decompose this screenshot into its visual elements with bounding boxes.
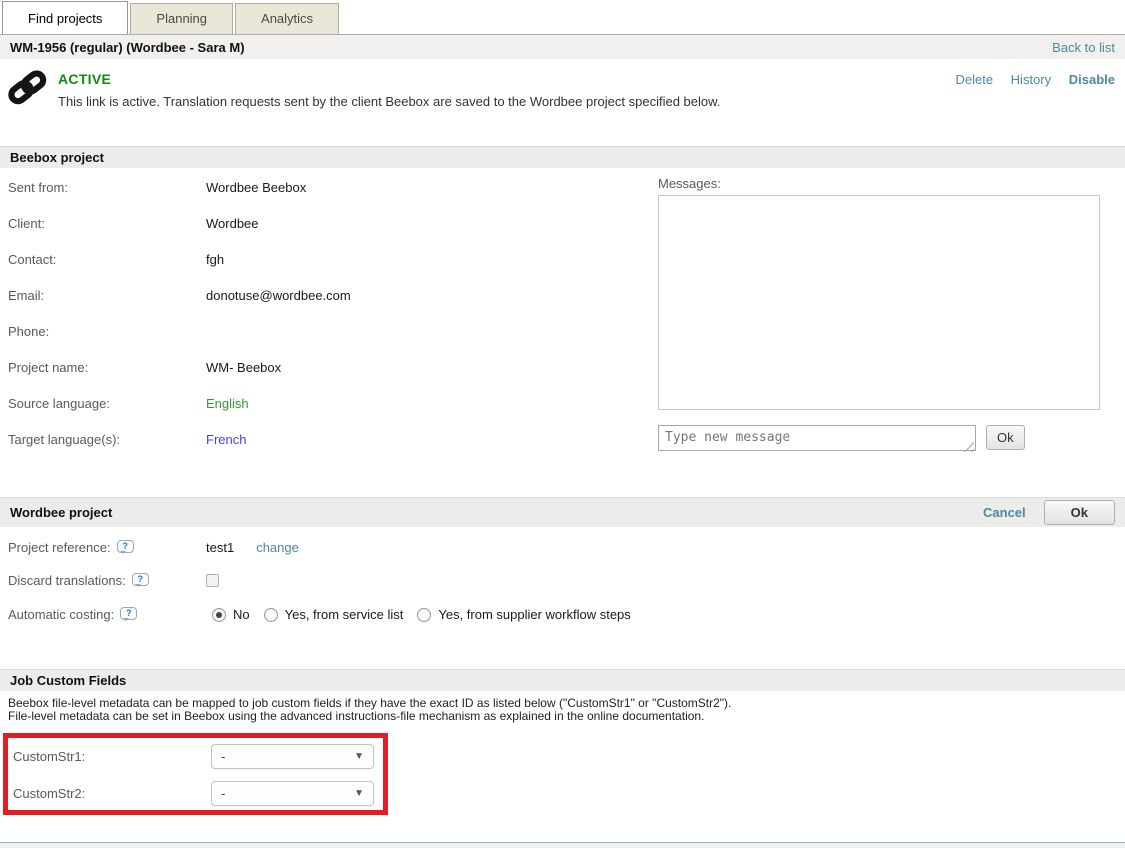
annotation-red-box: CustomStr1: - ▼ CustomStr2: - ▼ [3, 733, 388, 815]
automatic-costing-label-cell: Automatic costing: ? [8, 607, 206, 622]
selected-value: - [221, 786, 225, 801]
field-value: WM- Beebox [206, 360, 281, 375]
field-label: Email: [8, 288, 206, 303]
status-actions: Delete History Disable [941, 72, 1115, 87]
field-label: Phone: [8, 324, 206, 339]
radio-unselected-icon [417, 608, 431, 622]
selected-value: - [221, 749, 225, 764]
field-value: fgh [206, 252, 224, 267]
customstr1-row: CustomStr1: - ▼ [8, 738, 383, 775]
discard-translations-checkbox[interactable] [206, 574, 219, 587]
radio-option-no[interactable]: No [212, 607, 250, 622]
wordbee-ok-button[interactable]: Ok [1044, 500, 1115, 525]
radio-label: Yes, from service list [285, 607, 404, 622]
help-icon[interactable]: ? [117, 540, 134, 553]
project-reference-label-cell: Project reference: ? [8, 540, 206, 555]
status-section: ACTIVE This link is active. Translation … [0, 59, 1125, 146]
beebox-section-title: Beebox project [10, 150, 104, 165]
field-value: Wordbee [206, 216, 259, 231]
field-label: Target language(s): [8, 432, 206, 447]
status-text: ACTIVE This link is active. Translation … [58, 71, 720, 109]
target-language-value: French [206, 432, 246, 447]
customstr2-select[interactable]: - ▼ [211, 781, 374, 806]
field-label: Project reference: [8, 540, 111, 555]
wordbee-section-title: Wordbee project [10, 505, 112, 520]
radio-option-yes-service-list[interactable]: Yes, from service list [264, 607, 404, 622]
wordbee-section-header: Wordbee project Cancel Ok [0, 497, 1125, 527]
description-line-1: Beebox file-level metadata can be mapped… [8, 697, 1117, 709]
page: { "tabs": [ { "label": "Find projects", … [0, 0, 1125, 848]
disable-link[interactable]: Disable [1069, 72, 1115, 87]
status-label: ACTIVE [58, 71, 720, 87]
radio-option-yes-supplier-workflow[interactable]: Yes, from supplier workflow steps [417, 607, 630, 622]
field-label: Discard translations: [8, 573, 126, 588]
delete-link[interactable]: Delete [955, 72, 993, 87]
radio-selected-icon [212, 608, 226, 622]
messages-list-box[interactable] [658, 195, 1100, 410]
back-to-list-link[interactable]: Back to list [1052, 40, 1115, 55]
field-label: Project name: [8, 360, 206, 375]
change-link[interactable]: change [256, 540, 299, 555]
tab-bar: Find projects Planning Analytics [0, 0, 1125, 34]
field-label: Automatic costing: [8, 607, 114, 622]
job-custom-fields-description: Beebox file-level metadata can be mapped… [0, 691, 1125, 722]
discard-translations-label-cell: Discard translations: ? [8, 573, 206, 588]
radio-label: No [233, 607, 250, 622]
page-title: WM-1956 (regular) (Wordbee - Sara M) [10, 40, 245, 55]
tab-analytics[interactable]: Analytics [235, 3, 339, 34]
tab-planning[interactable]: Planning [130, 3, 233, 34]
customstr2-row: CustomStr2: - ▼ [8, 775, 383, 812]
job-custom-fields-title: Job Custom Fields [10, 673, 126, 688]
radio-unselected-icon [264, 608, 278, 622]
description-line-2: File-level metadata can be set in Beebox… [8, 710, 1117, 722]
field-label: CustomStr2: [13, 786, 211, 801]
messages-label: Messages: [658, 176, 1100, 191]
project-reference-row: Project reference: ? test1 change [0, 540, 1125, 573]
wordbee-section-body: Project reference: ? test1 change Discar… [0, 527, 1125, 669]
automatic-costing-options: No Yes, from service list Yes, from supp… [206, 607, 645, 622]
discard-translations-row: Discard translations: ? [0, 573, 1125, 607]
source-language-value: English [206, 396, 249, 411]
job-custom-fields-header: Job Custom Fields [0, 669, 1125, 691]
help-icon[interactable]: ? [120, 607, 137, 620]
message-input-row: Ok [658, 425, 1100, 454]
history-link[interactable]: History [1011, 72, 1051, 87]
field-label: Sent from: [8, 180, 206, 195]
cancel-link[interactable]: Cancel [983, 505, 1026, 520]
bottom-divider [0, 842, 1125, 848]
link-icon [6, 69, 48, 105]
dropdown-arrow-icon: ▼ [354, 751, 364, 762]
customstr1-select[interactable]: - ▼ [211, 744, 374, 769]
help-icon[interactable]: ? [132, 573, 149, 586]
field-label: CustomStr1: [13, 749, 211, 764]
messages-panel: Messages: Ok [658, 176, 1100, 454]
beebox-section-body: Sent from: Wordbee Beebox Client: Wordbe… [0, 168, 1125, 497]
field-label: Source language: [8, 396, 206, 411]
field-label: Contact: [8, 252, 206, 267]
automatic-costing-row: Automatic costing: ? No Yes, from servic… [0, 607, 1125, 622]
message-ok-button[interactable]: Ok [986, 425, 1025, 450]
new-message-input[interactable] [658, 425, 976, 451]
field-value: Wordbee Beebox [206, 180, 306, 195]
status-description: This link is active. Translation request… [58, 94, 720, 109]
field-value: donotuse@wordbee.com [206, 288, 351, 303]
title-bar: WM-1956 (regular) (Wordbee - Sara M) Bac… [0, 34, 1125, 59]
radio-label: Yes, from supplier workflow steps [438, 607, 630, 622]
beebox-section-header: Beebox project [0, 146, 1125, 168]
wordbee-header-actions: Cancel Ok [983, 500, 1115, 525]
project-reference-value: test1 [206, 540, 234, 555]
dropdown-arrow-icon: ▼ [354, 788, 364, 799]
field-label: Client: [8, 216, 206, 231]
tab-find-projects[interactable]: Find projects [2, 1, 128, 34]
